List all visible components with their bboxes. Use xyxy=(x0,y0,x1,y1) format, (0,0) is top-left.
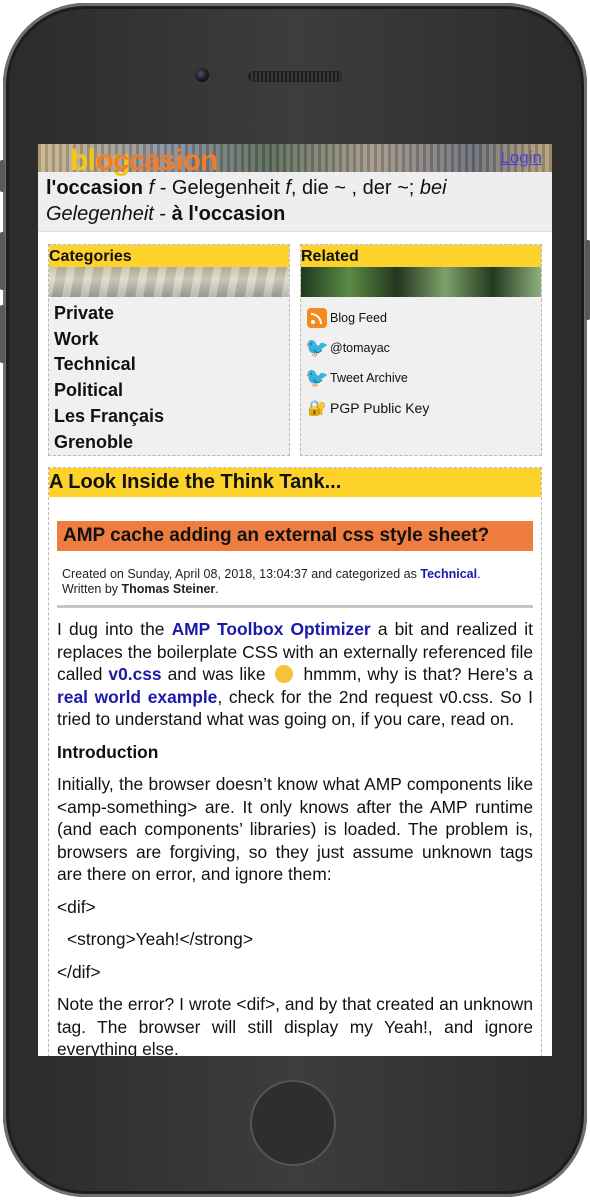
tagline-result: à l'occasion xyxy=(171,203,286,225)
post-title[interactable]: AMP cache adding an external css style s… xyxy=(57,521,533,551)
code-line-3: </dif> xyxy=(57,961,101,982)
related-blog-feed-label: Blog Feed xyxy=(330,311,387,325)
meta-written-by: Written by xyxy=(62,582,122,596)
meta-created: Created on Sunday, April 08, 2018, 13:04… xyxy=(62,567,421,581)
post-meta: Created on Sunday, April 08, 2018, 13:04… xyxy=(57,551,533,608)
site-tagline: l'occasion f - Gelegenheit f, die ~ , de… xyxy=(38,172,552,232)
site-header: blogoccasion Login xyxy=(38,144,552,176)
site-logo[interactable]: blogoccasion xyxy=(70,144,218,177)
p1-text-c: and was like xyxy=(161,664,272,684)
related-pgp-key-label: PGP Public Key xyxy=(330,400,430,416)
home-button[interactable] xyxy=(250,1080,336,1166)
category-les-francais[interactable]: Les Français xyxy=(54,404,289,430)
rss-icon xyxy=(307,308,327,328)
thinking-face-icon xyxy=(275,665,294,683)
related-tweet-archive[interactable]: 🐦 Tweet Archive xyxy=(305,363,541,393)
meta-category-link[interactable]: Technical xyxy=(420,567,477,581)
logo-part-occasion: occasion xyxy=(95,144,218,177)
blog-post: AMP cache adding an external css style s… xyxy=(49,497,541,1056)
categories-banner-image xyxy=(49,267,289,297)
browser-screen: blogoccasion Login l'occasion f - Gelege… xyxy=(38,144,552,1056)
front-camera xyxy=(195,68,209,82)
introduction-heading: Introduction xyxy=(57,741,159,762)
related-title: Related xyxy=(301,245,541,267)
amp-toolbox-link[interactable]: AMP Toolbox Optimizer xyxy=(172,619,371,639)
category-grenoble[interactable]: Grenoble xyxy=(54,430,289,456)
twitter-icon: 🐦 xyxy=(305,368,329,389)
power-button xyxy=(585,240,590,320)
category-work[interactable]: Work xyxy=(54,327,289,353)
categories-box: Categories Private Work Technical Politi… xyxy=(48,244,290,456)
meta-dot: . xyxy=(477,567,481,581)
related-tweet-archive-label: Tweet Archive xyxy=(330,371,408,385)
p1-text-a: I dug into the xyxy=(57,619,172,639)
mute-switch xyxy=(0,160,5,192)
volume-down-button xyxy=(0,305,5,363)
lock-icon: 🔐 xyxy=(307,400,327,417)
v0-css-link[interactable]: v0.css xyxy=(108,664,161,684)
login-link[interactable]: Login xyxy=(500,148,542,168)
paragraph-2: Initially, the browser doesn’t know what… xyxy=(57,774,533,884)
p1-text-d: hmmm, why is that? Here’s a xyxy=(297,664,533,684)
main-content: A Look Inside the Think Tank... AMP cach… xyxy=(48,467,542,1056)
tagline-text-3: - xyxy=(153,203,172,225)
tagline-text-1: - Gelegenheit xyxy=(154,177,286,199)
code-line-1: <dif> xyxy=(57,896,96,917)
twitter-icon: 🐦 xyxy=(305,338,329,359)
related-twitter[interactable]: 🐦 @tomayac xyxy=(305,333,541,363)
meta-author: Thomas Steiner xyxy=(121,582,216,596)
related-blog-feed[interactable]: Blog Feed xyxy=(307,303,541,333)
volume-up-button xyxy=(0,232,5,290)
tagline-word: l'occasion xyxy=(46,177,144,199)
section-title: A Look Inside the Think Tank... xyxy=(49,468,541,497)
related-box: Related Blog Feed 🐦 @tomayac 🐦 Tweet Arc… xyxy=(300,244,542,456)
paragraph-1: I dug into the AMP Toolbox Optimizer a b… xyxy=(57,618,533,731)
related-twitter-label: @tomayac xyxy=(330,341,390,355)
category-political[interactable]: Political xyxy=(54,378,289,404)
sidebar-boxes: Categories Private Work Technical Politi… xyxy=(38,232,552,456)
category-private[interactable]: Private xyxy=(54,301,289,327)
earpiece-speaker xyxy=(248,71,342,82)
code-line-2: <strong>Yeah!</strong> xyxy=(67,929,253,949)
categories-title: Categories xyxy=(49,245,289,267)
categories-list: Private Work Technical Political Les Fra… xyxy=(49,297,289,455)
category-technical[interactable]: Technical xyxy=(54,352,289,378)
related-banner-image xyxy=(301,267,541,297)
tagline-text-2: , die ~ , der ~; xyxy=(290,177,420,199)
related-pgp-key[interactable]: 🔐 PGP Public Key xyxy=(307,393,541,423)
paragraph-3: Note the error? I wrote <dif>, and by th… xyxy=(57,994,533,1056)
real-world-example-link[interactable]: real world example xyxy=(57,687,217,707)
related-list: Blog Feed 🐦 @tomayac 🐦 Tweet Archive 🔐 P… xyxy=(301,297,541,423)
post-body: I dug into the AMP Toolbox Optimizer a b… xyxy=(57,608,533,1056)
meta-author-dot: . xyxy=(215,582,219,596)
